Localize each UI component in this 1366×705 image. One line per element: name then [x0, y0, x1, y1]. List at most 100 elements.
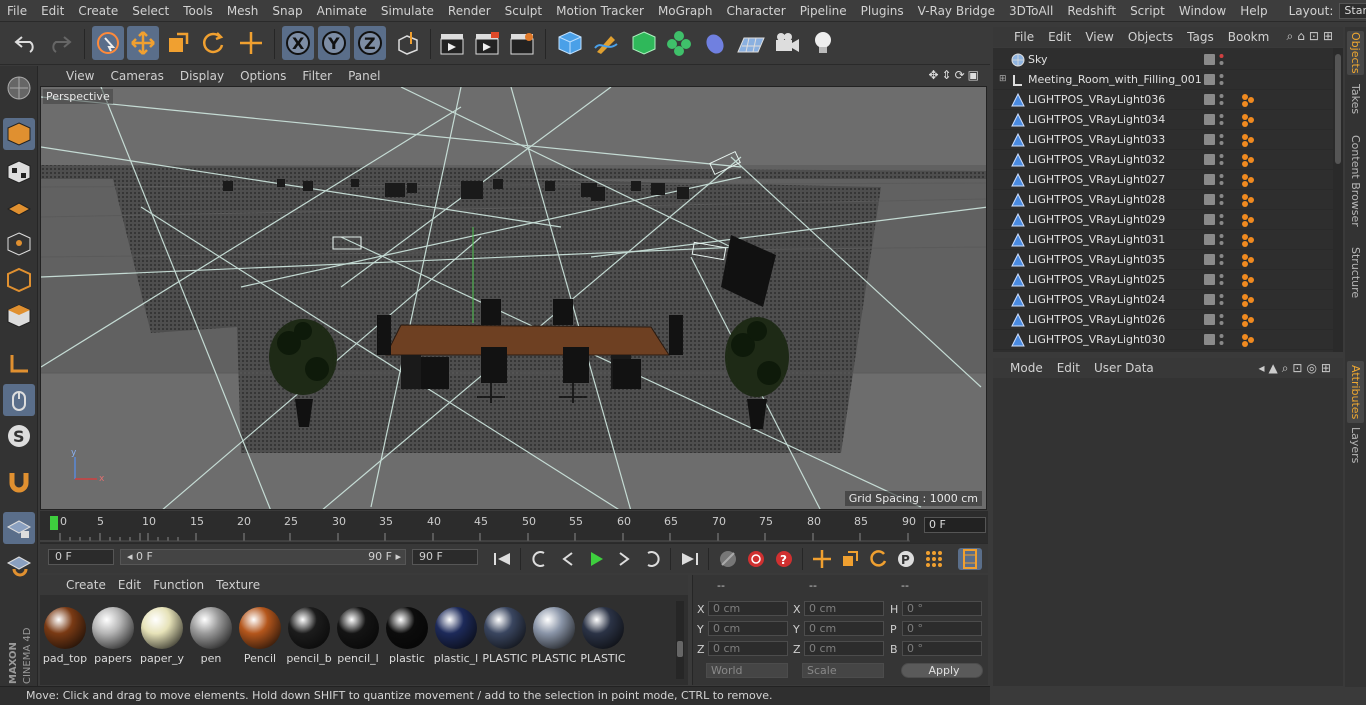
make-editable-button[interactable]	[3, 72, 35, 104]
position-x-field[interactable]: 0 cm	[708, 601, 788, 616]
render-picture-viewer-button[interactable]	[471, 26, 503, 60]
attribute-menu-user-data[interactable]: User Data	[1087, 361, 1161, 375]
end-frame-field[interactable]: 90 F	[412, 549, 478, 565]
cube-button[interactable]	[554, 26, 586, 60]
goto-end-button[interactable]	[678, 548, 702, 570]
object-row[interactable]: LIGHTPOS_VRayLight032	[993, 150, 1333, 170]
editor-render-dots[interactable]	[1219, 113, 1224, 127]
rotation-p-field[interactable]: 0 °	[902, 621, 982, 636]
floor-button[interactable]	[735, 26, 767, 60]
menu-simulate[interactable]: Simulate	[374, 0, 441, 22]
visibility-toggle[interactable]	[1204, 174, 1215, 185]
size-x-field[interactable]: 0 cm	[804, 601, 884, 616]
position-z-field[interactable]: 0 cm	[708, 641, 788, 656]
subdivision-button[interactable]	[628, 26, 660, 60]
material-swatch[interactable]: pad_top	[42, 605, 88, 667]
goto-start-button[interactable]	[490, 548, 514, 570]
object-row[interactable]: LIGHTPOS_VRayLight033	[993, 130, 1333, 150]
key-position-button[interactable]	[810, 548, 834, 570]
visibility-toggle[interactable]	[1204, 94, 1215, 105]
position-y-field[interactable]: 0 cm	[708, 621, 788, 636]
object-menu-bookmarks[interactable]: Bookm	[1221, 30, 1277, 44]
rotation-b-field[interactable]: 0 °	[902, 641, 982, 656]
object-row[interactable]: LIGHTPOS_VRayLight026	[993, 310, 1333, 330]
visibility-toggle[interactable]	[1204, 314, 1215, 325]
visibility-toggle[interactable]	[1204, 254, 1215, 265]
visibility-toggle[interactable]	[1204, 334, 1215, 345]
editor-render-dots[interactable]	[1219, 333, 1224, 347]
vray-tag-icon[interactable]	[1241, 313, 1255, 327]
material-swatch[interactable]: plastic_l	[433, 605, 479, 667]
key-rotation-button[interactable]	[866, 548, 890, 570]
editor-render-dots[interactable]	[1219, 193, 1224, 207]
points-mode-button[interactable]	[3, 228, 35, 260]
layout-select[interactable]: Startup	[1339, 2, 1366, 19]
vray-tag-icon[interactable]	[1241, 253, 1255, 267]
menu-pipeline[interactable]: Pipeline	[793, 0, 854, 22]
visibility-toggle[interactable]	[1204, 194, 1215, 205]
object-list-scrollbar[interactable]	[1333, 48, 1343, 352]
rotation-h-field[interactable]: 0 °	[902, 601, 982, 616]
editor-render-dots[interactable]	[1219, 173, 1224, 187]
menu-animate[interactable]: Animate	[310, 0, 374, 22]
menu-script[interactable]: Script	[1123, 0, 1172, 22]
visibility-toggle[interactable]	[1204, 74, 1215, 85]
material-swatch[interactable]: paper_y	[139, 605, 185, 667]
object-menu-tags[interactable]: Tags	[1180, 30, 1221, 44]
prev-keyframe-button[interactable]	[528, 548, 552, 570]
visibility-toggle[interactable]	[1204, 214, 1215, 225]
tab-structure[interactable]: Structure	[1347, 245, 1364, 301]
object-row[interactable]: LIGHTPOS_VRayLight029	[993, 210, 1333, 230]
menu-3dtoall[interactable]: 3DToAll	[1002, 0, 1060, 22]
object-menu-view[interactable]: View	[1078, 30, 1120, 44]
menu-file[interactable]: File	[0, 0, 34, 22]
next-keyframe-button[interactable]	[640, 548, 664, 570]
vray-tag-icon[interactable]	[1241, 173, 1255, 187]
material-swatch[interactable]: PLASTIC	[482, 605, 528, 667]
tab-content-browser[interactable]: Content Browser	[1347, 123, 1364, 239]
material-menu-function[interactable]: Function	[147, 578, 210, 592]
vray-tag-icon[interactable]	[1241, 213, 1255, 227]
tab-objects[interactable]: Objects	[1347, 31, 1364, 75]
attribute-navigation-icons[interactable]: ◂▲⌕⊡◎⊞	[1258, 361, 1335, 376]
viewport-camera-label[interactable]: Perspective	[43, 89, 113, 104]
editor-render-dots[interactable]	[1219, 273, 1224, 287]
key-pla-button[interactable]	[922, 548, 946, 570]
viewport-menu-view[interactable]: View	[58, 69, 102, 83]
visibility-toggle[interactable]	[1204, 114, 1215, 125]
render-settings-button[interactable]	[506, 26, 538, 60]
material-menu-edit[interactable]: Edit	[112, 578, 147, 592]
material-swatch[interactable]: pen	[188, 605, 234, 667]
object-row[interactable]: LIGHTPOS_VRayLight031	[993, 230, 1333, 250]
viewport-menu-display[interactable]: Display	[172, 69, 232, 83]
prev-frame-button[interactable]	[556, 548, 580, 570]
menu-snap[interactable]: Snap	[265, 0, 309, 22]
record-disabled-button[interactable]	[716, 548, 740, 570]
rotate-tool-button[interactable]	[197, 26, 229, 60]
viewport-menu-filter[interactable]: Filter	[294, 69, 340, 83]
object-row[interactable]: ⊞ Meeting_Room_with_Filling_001	[993, 70, 1333, 90]
visibility-toggle[interactable]	[1204, 234, 1215, 245]
y-axis-button[interactable]: Y	[318, 26, 350, 60]
timeline-window-button[interactable]	[958, 548, 982, 570]
object-row[interactable]: Sky	[993, 50, 1333, 70]
redo-button[interactable]	[44, 26, 76, 60]
menu-character[interactable]: Character	[719, 0, 792, 22]
key-scale-button[interactable]	[838, 548, 862, 570]
undo-button[interactable]	[10, 26, 42, 60]
menu-sculpt[interactable]: Sculpt	[498, 0, 549, 22]
object-row[interactable]: LIGHTPOS_VRayLight036	[993, 90, 1333, 110]
object-menu-edit[interactable]: Edit	[1041, 30, 1078, 44]
timeline-ruler[interactable]: 0 5 10 15 20 25 30 35 40 45 50 55 60 65 …	[40, 511, 988, 543]
scale-tool-button[interactable]	[162, 26, 194, 60]
scale-mode-select[interactable]: Scale	[802, 663, 884, 678]
editor-render-dots[interactable]	[1219, 313, 1224, 327]
menu-help[interactable]: Help	[1233, 0, 1274, 22]
menu-plugins[interactable]: Plugins	[854, 0, 911, 22]
viewport-navigation-icons[interactable]: ✥⇕⟳▣	[928, 68, 982, 82]
object-manager-search-icons[interactable]: ⌕⌂⊡⊞	[1287, 29, 1337, 44]
material-menu-create[interactable]: Create	[60, 578, 112, 592]
object-menu-file[interactable]: File	[1007, 30, 1041, 44]
material-swatch[interactable]: PLASTIC	[531, 605, 577, 667]
menu-mograph[interactable]: MoGraph	[651, 0, 720, 22]
